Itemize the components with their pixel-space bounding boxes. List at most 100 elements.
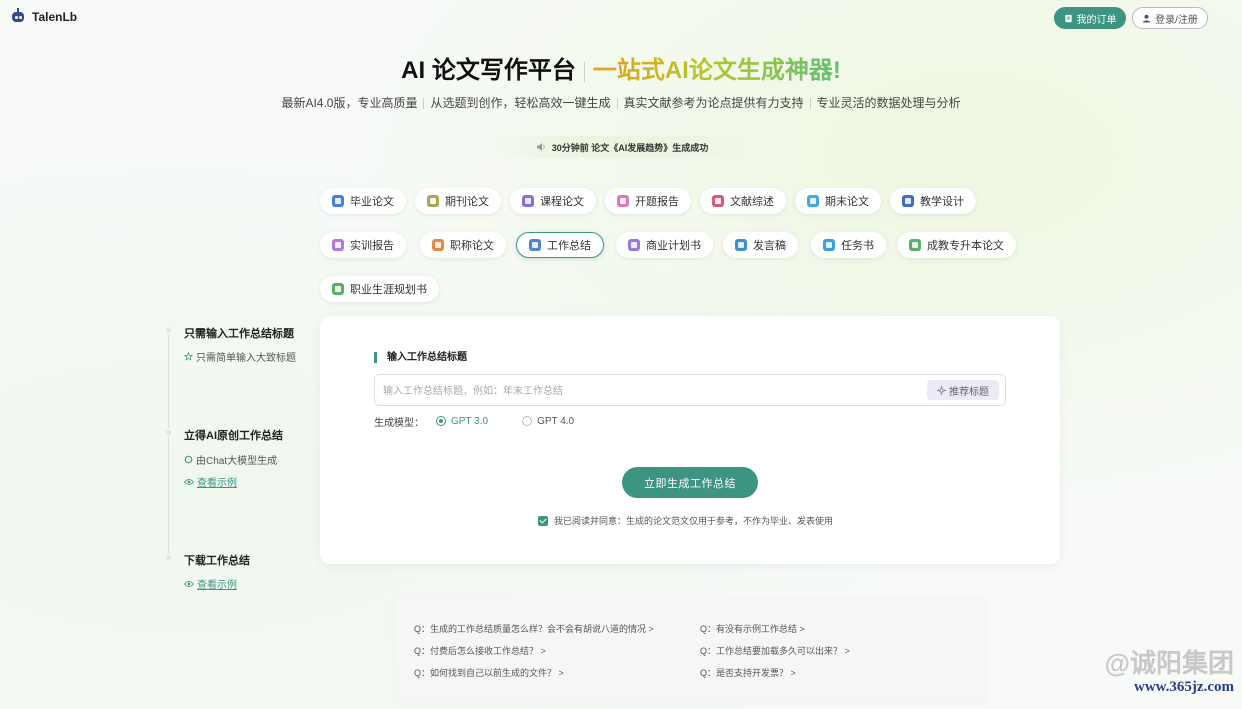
user-icon [1143, 14, 1151, 23]
agreement-row: 我已阅读并同意：生成的论文范文仅用于参考，不作为毕业、发表使用 [538, 514, 833, 527]
watermark-text: @诚阳集团 [1104, 648, 1234, 678]
plan-icon [628, 239, 640, 251]
title-input[interactable] [383, 382, 903, 400]
star-icon [184, 352, 193, 361]
steps-sidebar: 只需输入工作总结标题 只需简单输入大致标题 立得AI原创工作总结 由Chat大模… [164, 322, 314, 591]
agreement-text: 我已阅读并同意：生成的论文范文仅用于参考，不作为毕业、发表使用 [554, 516, 834, 526]
step-dot [164, 553, 173, 562]
brand-name: TalenLb [32, 10, 78, 24]
radio-unchecked-icon [522, 416, 533, 426]
category-adult-education-paper[interactable]: 成教专升本论文 [897, 232, 1016, 258]
hero-subtitle-item: 从选题到创作，轻松高效一键生成 [430, 96, 611, 110]
category-label: 教学设计 [920, 196, 964, 208]
step-dot [164, 428, 173, 437]
my-orders-label: 我的订单 [1076, 14, 1117, 26]
generation-notice: 30分钟前 论文《AI发展趋势》生成成功 [488, 136, 756, 158]
faq-item[interactable]: Q：生成的工作总结质量怎么样？会不会有胡说八道的情况 > [414, 622, 654, 635]
summary-icon [529, 239, 541, 251]
category-label: 期末论文 [825, 196, 869, 208]
category-business-plan[interactable]: 商业计划书 [616, 232, 713, 258]
generate-button[interactable]: 立即生成工作总结 [622, 467, 758, 498]
login-register-label: 登录/注册 [1155, 14, 1198, 26]
category-label: 开题报告 [635, 196, 679, 208]
eye-icon [184, 478, 194, 485]
task-icon [823, 239, 835, 251]
title-input-label: 输入工作总结标题 [374, 352, 467, 363]
speaker-icon [536, 143, 545, 151]
category-label: 文献综述 [730, 196, 774, 208]
model-label: 生成模型： [374, 417, 424, 429]
category-speech-draft[interactable]: 发言稿 [723, 232, 798, 258]
step-2-desc: 由Chat大模型生成 [184, 452, 277, 467]
presentation-icon [902, 195, 914, 207]
faq-item[interactable]: Q：有没有示例工作总结 > [700, 622, 805, 635]
category-label: 发言稿 [753, 240, 786, 252]
login-register-button[interactable]: 登录/注册 [1132, 7, 1208, 29]
report-icon [332, 239, 344, 251]
faq-panel: Q：生成的工作总结质量怎么样？会不会有胡说八道的情况 > Q：有没有示例工作总结… [394, 597, 986, 703]
step-3-title: 下载工作总结 [184, 555, 250, 567]
faq-item[interactable]: Q：工作总结要加载多久可以出来？ > [700, 644, 850, 657]
hero-title-divider [583, 61, 585, 82]
category-work-summary[interactable]: 工作总结 [516, 232, 604, 258]
title-input-wrapper: 推荐标题 [374, 374, 1006, 406]
book-icon [522, 195, 534, 207]
agreement-checkbox[interactable] [538, 515, 548, 526]
my-orders-button[interactable]: 我的订单 [1054, 7, 1126, 29]
category-graduation-thesis[interactable]: 毕业论文 [320, 188, 406, 214]
faq-item[interactable]: Q：付费后怎么接收工作总结？ > [414, 644, 546, 657]
robot-logo-icon [10, 8, 26, 26]
category-journal-paper[interactable]: 期刊论文 [415, 188, 501, 214]
model-option-gpt4[interactable]: GPT 4.0 [522, 416, 574, 427]
eye-icon [184, 580, 194, 587]
document-icon [617, 195, 629, 207]
watermark: @诚阳集团 www.365jz.com [1014, 643, 1234, 703]
journal-icon [427, 195, 439, 207]
category-assignment-book[interactable]: 任务书 [811, 232, 886, 258]
category-title-paper[interactable]: 职称论文 [420, 232, 506, 258]
step-2-title: 立得AI原创工作总结 [184, 430, 283, 442]
hero-subtitle-item: 专业灵活的数据处理与分析 [816, 96, 961, 110]
faq-item[interactable]: Q：是否支持开发票？ > [700, 666, 796, 679]
chart-icon [909, 239, 921, 251]
hero-title: AI 论文写作平台 一站式AI论文生成神器! [0, 50, 1242, 85]
category-label: 工作总结 [547, 240, 591, 252]
category-label: 职称论文 [450, 240, 494, 252]
graduation-cap-icon [332, 195, 344, 207]
category-course-paper[interactable]: 课程论文 [510, 188, 596, 214]
faq-item[interactable]: Q：如何找到自己以前生成的文件？ > [414, 666, 564, 679]
hero-subtitle: 最新AI4.0版，专业高质量 从选题到创作，轻松高效一键生成 真实文献参考为论点提供… [0, 94, 1242, 111]
library-icon [712, 195, 724, 207]
hero-title-main: AI 论文写作平台 [401, 57, 576, 84]
microphone-icon [735, 239, 747, 251]
category-training-report[interactable]: 实训报告 [320, 232, 406, 258]
category-literature-review[interactable]: 文献综述 [700, 188, 786, 214]
calendar-icon [807, 195, 819, 207]
category-career-plan[interactable]: 职业生涯规划书 [320, 276, 439, 302]
category-proposal-report[interactable]: 开题报告 [605, 188, 691, 214]
radio-checked-icon [436, 416, 446, 426]
step-1-desc: 只需简单输入大致标题 [184, 349, 296, 364]
category-label: 任务书 [841, 240, 874, 252]
briefcase-icon [432, 239, 444, 251]
step-1-title: 只需输入工作总结标题 [184, 328, 294, 340]
generator-card: 输入工作总结标题 推荐标题 生成模型： GPT 3.0 GPT 4.0 立即生成… [320, 316, 1060, 564]
category-final-paper[interactable]: 期末论文 [795, 188, 881, 214]
notice-text: 30分钟前 论文《AI发展趋势》生成成功 [551, 142, 709, 153]
suggest-title-button[interactable]: 推荐标题 [927, 380, 999, 400]
receipt-icon [1064, 14, 1072, 22]
category-label: 商业计划书 [646, 240, 701, 252]
category-label: 课程论文 [540, 196, 584, 208]
hero-subtitle-item: 真实文献参考为论点提供有力支持 [623, 96, 804, 110]
category-teaching-design[interactable]: 教学设计 [890, 188, 976, 214]
category-label: 毕业论文 [350, 196, 394, 208]
hero-title-accent: 一站式AI论文生成神器! [592, 57, 841, 84]
model-selector: 生成模型： GPT 3.0 GPT 4.0 [374, 414, 574, 429]
brand-logo[interactable]: TalenLb [10, 8, 77, 26]
step-3-example-link[interactable]: 查看示例 [184, 576, 237, 591]
step-2-example-link[interactable]: 查看示例 [184, 474, 237, 489]
category-label: 实训报告 [350, 240, 394, 252]
model-option-gpt3[interactable]: GPT 3.0 [436, 416, 488, 427]
step-dot [164, 326, 173, 335]
category-label: 职业生涯规划书 [350, 284, 427, 296]
